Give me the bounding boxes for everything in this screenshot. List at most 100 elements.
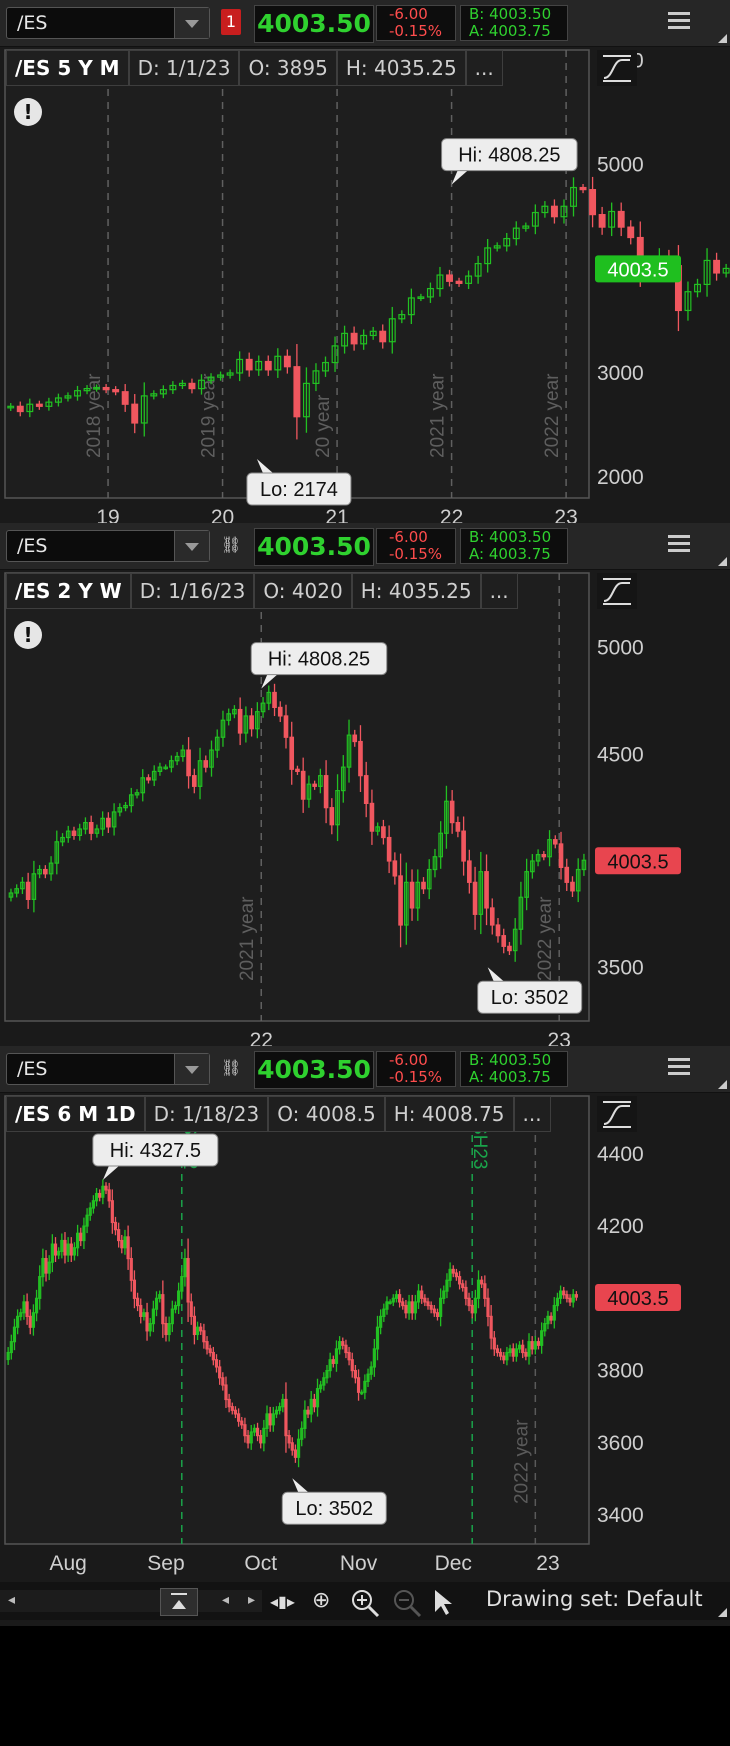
candle-body	[146, 777, 151, 781]
candle-body	[259, 1435, 263, 1444]
chart-style-icon[interactable]	[597, 50, 637, 86]
candle-body	[295, 768, 300, 772]
symbol-text[interactable]: /ES	[17, 1058, 47, 1080]
symbol-text[interactable]: /ES	[17, 12, 47, 34]
candle-body	[409, 881, 415, 909]
candle-body	[484, 871, 489, 909]
chart-info-bar: /ES 2 Y W D: 1/16/23 O: 4020 H: 4035.25...	[6, 573, 518, 609]
x-tick-label: Nov	[340, 1552, 378, 1575]
net-change: -6.00 -0.15%	[376, 1051, 456, 1087]
ohlc-field[interactable]: ...	[465, 50, 503, 86]
candle-body	[112, 389, 120, 393]
ohlc-field: H: 4035.25	[336, 50, 466, 86]
chart-style-icon[interactable]	[597, 573, 637, 609]
zoom-out-icon[interactable]	[392, 1588, 422, 1624]
chart-header: /ES ⛓ 4003.50 -6.00 -0.15% B: 4003.50 A: 4003.…	[0, 523, 730, 570]
last-price: 4003.50	[254, 5, 374, 43]
candle-body	[486, 1297, 490, 1317]
warning-icon[interactable]: !	[14, 98, 42, 126]
symbol-dropdown-button[interactable]	[174, 1054, 209, 1084]
candle-body	[283, 355, 291, 368]
y-tick-label: 5000	[597, 154, 644, 177]
menu-icon[interactable]	[664, 533, 694, 557]
plot-area	[4, 572, 590, 1022]
link-group-icon[interactable]: ⛓	[221, 532, 241, 558]
candle-body	[502, 1355, 506, 1361]
chart-style-icon[interactable]	[597, 1096, 637, 1132]
ohlc-field[interactable]: ...	[480, 573, 518, 609]
link-group-icon[interactable]: 1	[221, 9, 241, 35]
zoom-in-icon[interactable]	[350, 1588, 380, 1624]
candle-body	[574, 1294, 578, 1298]
candle-body	[404, 1304, 408, 1314]
candle-body	[397, 1294, 402, 1303]
menu-icon[interactable]	[664, 1056, 694, 1080]
pan-icon[interactable]: ◂▮▸	[270, 1592, 295, 1611]
candle-body	[467, 1297, 471, 1307]
candle-body	[492, 1337, 496, 1350]
resize-corner-icon[interactable]	[718, 557, 727, 566]
last-price-tag-label: 4003.5	[607, 1288, 668, 1310]
bid-ask: B: 4003.50 A: 4003.75	[460, 1051, 568, 1087]
candle-body	[507, 945, 512, 952]
link-group-icon[interactable]: ⛓	[221, 1055, 241, 1081]
candle-body	[107, 1189, 111, 1202]
scroll-left-small-icon[interactable]: ◂	[222, 1592, 229, 1608]
candle-body	[205, 1341, 209, 1350]
chart-panel: /ES ⛓ 4003.50 -6.00 -0.15% B: 4003.50 A: 4003.…	[0, 523, 730, 1103]
candle-body	[106, 817, 111, 828]
candle-body	[457, 1276, 462, 1285]
candle-body	[224, 1384, 228, 1401]
chart-info-bar: /ES 6 M 1D D: 1/18/23 O: 4008.5 H: 4008.75.…	[6, 1096, 551, 1132]
warning-icon[interactable]: !	[14, 621, 42, 649]
candle-body	[568, 1297, 572, 1303]
candle-body	[552, 839, 558, 845]
symbol-dropdown-button[interactable]	[174, 531, 209, 561]
candle-body	[329, 807, 335, 826]
y-tick-label: 3600	[597, 1432, 644, 1455]
scroll-left-icon[interactable]: ◂	[8, 1592, 15, 1608]
candle-body	[227, 1398, 231, 1408]
candle-body	[589, 189, 597, 216]
candle-body	[186, 1257, 190, 1303]
candle-body	[341, 1341, 345, 1346]
candle-body	[104, 1185, 108, 1191]
symbol-selector[interactable]: /ES	[6, 7, 210, 39]
candle-body	[249, 715, 254, 730]
symbol-dropdown-button[interactable]	[174, 8, 209, 38]
resize-corner-icon[interactable]	[718, 1608, 727, 1617]
crosshair-icon[interactable]: ⊕	[312, 1588, 330, 1613]
resize-corner-icon[interactable]	[718, 1080, 727, 1089]
candle-body	[88, 822, 94, 834]
candle-body	[713, 259, 721, 274]
plot-area	[4, 1095, 590, 1545]
candle-body	[521, 1344, 525, 1354]
x-tick-label: Aug	[49, 1552, 86, 1575]
lo-label: Lo: 3502	[491, 987, 569, 1009]
candle-body	[287, 1435, 291, 1444]
symbol-text[interactable]: /ES	[17, 535, 47, 557]
ohlc-field[interactable]: ...	[513, 1096, 551, 1132]
chart-svg: 2018 year 2019 year 20 year 2021 year 2022 y…	[4, 49, 730, 529]
scroll-right-small-icon[interactable]: ▸	[248, 1592, 255, 1608]
drawing-set-selector[interactable]: Drawing set: Default	[486, 1587, 703, 1611]
collapse-button[interactable]	[160, 1588, 198, 1616]
candle-body	[214, 1359, 219, 1368]
candle-body	[189, 1301, 193, 1317]
candle-body	[579, 186, 587, 191]
symbol-selector[interactable]: /ES	[6, 530, 210, 562]
candle-body	[356, 1377, 361, 1393]
ohlc-field: D: 1/1/23	[128, 50, 240, 86]
candle-body	[237, 1413, 241, 1422]
symbol-selector[interactable]: /ES	[6, 1053, 210, 1085]
resize-corner-icon[interactable]	[718, 34, 727, 43]
candle-body	[312, 1398, 316, 1408]
ask-value: A: 4003.75	[469, 545, 551, 563]
y-tick-label: 2000	[597, 466, 644, 489]
menu-icon[interactable]	[664, 10, 694, 34]
cursor-icon[interactable]	[432, 1588, 456, 1622]
candle-body	[323, 775, 329, 809]
candle-body	[277, 706, 283, 717]
ask-value: A: 4003.75	[469, 1068, 551, 1086]
candle-body	[293, 366, 301, 418]
